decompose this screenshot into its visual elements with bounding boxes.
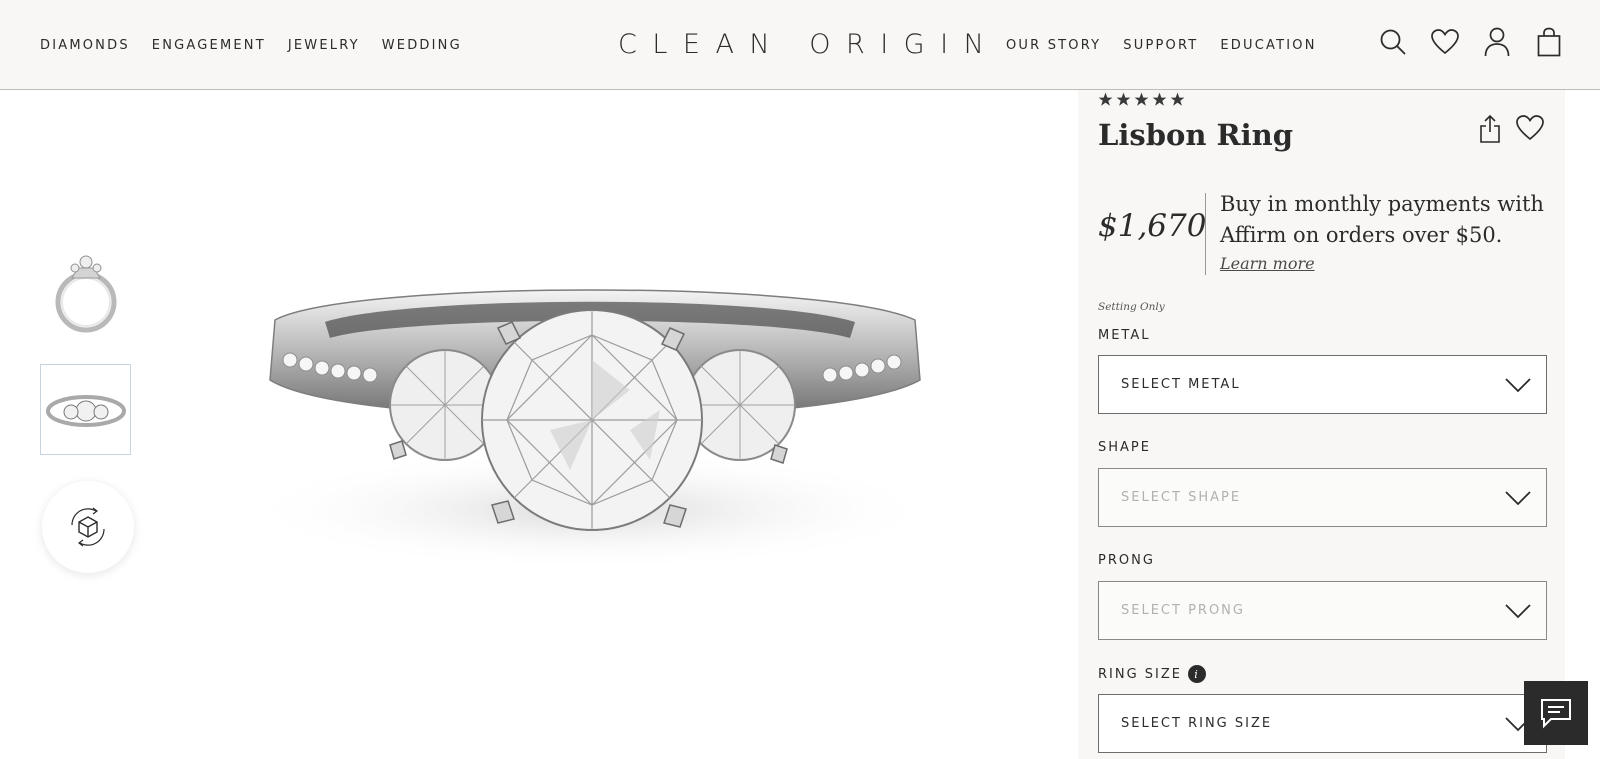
user-icon[interactable] bbox=[1482, 26, 1512, 58]
learn-more-link[interactable]: Learn more bbox=[1220, 254, 1315, 273]
thumbnail-side-view[interactable] bbox=[40, 245, 131, 336]
share-icon[interactable] bbox=[1478, 114, 1502, 144]
metal-label-text: METAL bbox=[1098, 328, 1151, 343]
info-icon[interactable]: i bbox=[1188, 665, 1207, 683]
price-divider bbox=[1205, 193, 1206, 275]
star-icon bbox=[1152, 92, 1167, 106]
ring-size-label-text: RING SIZE bbox=[1098, 666, 1183, 682]
heart-icon[interactable] bbox=[1430, 26, 1460, 58]
star-icon bbox=[1170, 92, 1185, 106]
nav-wedding[interactable]: WEDDING bbox=[382, 38, 462, 53]
shape-select[interactable]: SELECT SHAPE bbox=[1098, 468, 1547, 527]
chevron-down-icon bbox=[1505, 377, 1531, 392]
prong-select-value: SELECT PRONG bbox=[1121, 603, 1245, 618]
nav-support[interactable]: SUPPORT bbox=[1123, 38, 1198, 53]
shape-label-text: SHAPE bbox=[1098, 440, 1151, 455]
star-icon bbox=[1116, 92, 1131, 106]
prong-label: PRONG bbox=[1098, 553, 1155, 568]
chevron-down-icon bbox=[1505, 603, 1531, 618]
ring-size-select[interactable]: SELECT RING SIZE bbox=[1098, 694, 1547, 753]
favorite-heart-icon[interactable] bbox=[1516, 115, 1544, 143]
header-actions bbox=[1378, 26, 1564, 58]
rating-stars[interactable] bbox=[1098, 92, 1185, 107]
secondary-nav: OUR STORY SUPPORT EDUCATION bbox=[1006, 0, 1317, 90]
search-icon[interactable] bbox=[1378, 26, 1408, 58]
nav-engagement[interactable]: ENGAGEMENT bbox=[152, 38, 266, 53]
360-rotate-icon bbox=[71, 507, 105, 547]
metal-label: METAL bbox=[1098, 328, 1151, 343]
affirm-financing-text: Buy in monthly payments with Affirm on o… bbox=[1220, 192, 1544, 247]
chat-bubble-icon bbox=[1541, 699, 1571, 729]
product-price: $1,670 bbox=[1098, 208, 1207, 244]
product-title: Lisbon Ring bbox=[1098, 118, 1294, 152]
star-icon bbox=[1098, 92, 1113, 106]
nav-jewelry[interactable]: JEWELRY bbox=[288, 38, 360, 53]
nav-our-story[interactable]: OUR STORY bbox=[1006, 38, 1101, 53]
nav-education[interactable]: EDUCATION bbox=[1220, 38, 1316, 53]
shape-label: SHAPE bbox=[1098, 440, 1151, 455]
chevron-down-icon bbox=[1505, 490, 1531, 505]
metal-select-value: SELECT METAL bbox=[1121, 377, 1241, 392]
prong-select[interactable]: SELECT PRONG bbox=[1098, 581, 1547, 640]
ring-front-view-image bbox=[45, 394, 126, 427]
site-logo[interactable]: CLEAN ORIGIN bbox=[618, 26, 990, 64]
ring-size-select-value: SELECT RING SIZE bbox=[1121, 716, 1273, 731]
ring-size-label: RING SIZE i bbox=[1098, 665, 1207, 683]
view-360-button[interactable] bbox=[42, 481, 134, 573]
star-icon bbox=[1134, 92, 1149, 106]
nav-diamonds[interactable]: DIAMONDS bbox=[40, 38, 130, 53]
shape-select-value: SELECT SHAPE bbox=[1121, 490, 1242, 505]
site-header: DIAMONDS ENGAGEMENT JEWELRY WEDDING CLEA… bbox=[0, 0, 1600, 90]
ring-side-view-image bbox=[55, 255, 116, 332]
prong-label-text: PRONG bbox=[1098, 553, 1155, 568]
thumbnail-front-view[interactable] bbox=[40, 364, 131, 455]
primary-nav: DIAMONDS ENGAGEMENT JEWELRY WEDDING bbox=[40, 0, 462, 90]
product-main-image bbox=[240, 289, 940, 570]
live-chat-button[interactable] bbox=[1524, 681, 1588, 745]
setting-only-note: Setting Only bbox=[1098, 301, 1165, 313]
metal-select[interactable]: SELECT METAL bbox=[1098, 355, 1547, 414]
shopping-bag-icon[interactable] bbox=[1534, 26, 1564, 58]
